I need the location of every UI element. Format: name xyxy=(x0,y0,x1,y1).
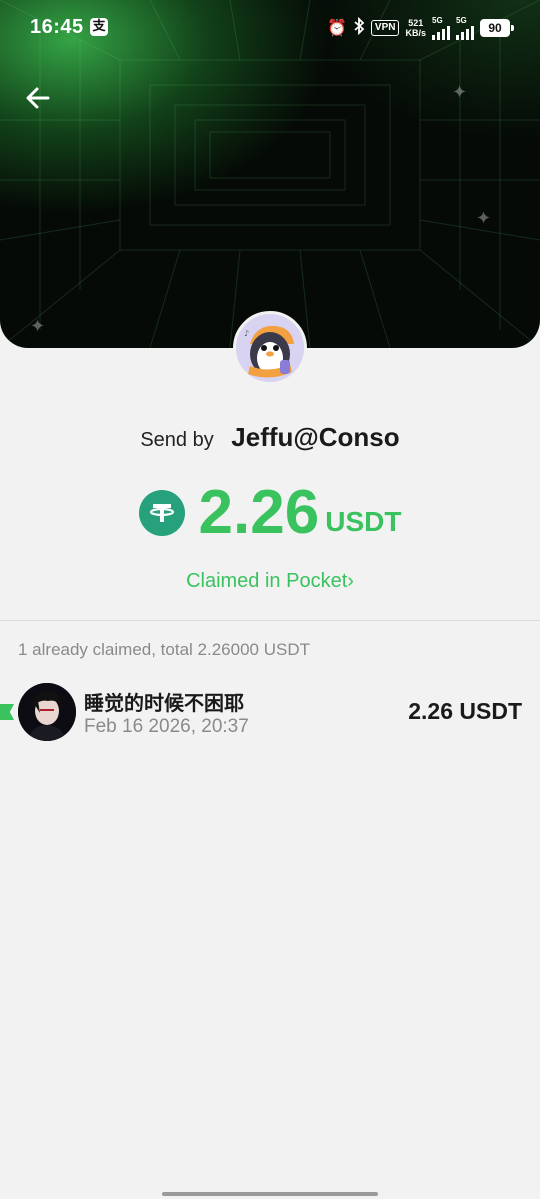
send-by-label: Send by xyxy=(140,429,214,451)
claim-amount: 2.26 USDT xyxy=(408,698,522,724)
claim-summary: 1 already claimed, total 2.26000 USDT xyxy=(18,640,310,659)
hero-banner: ✦ ✦ ✦ 16:45 支 ⏰ VPN 521 KB/s 5G 5G 90 xyxy=(0,0,540,348)
amount-display: 2.26 USDT xyxy=(0,478,540,548)
divider xyxy=(0,620,540,621)
svg-text:♪: ♪ xyxy=(244,329,249,338)
signal-sim2-icon: 5G xyxy=(456,15,474,40)
best-luck-flag-icon xyxy=(0,704,14,720)
sparkle-icon: ✦ xyxy=(30,316,46,337)
back-button[interactable] xyxy=(20,80,56,116)
sparkle-icon: ✦ xyxy=(452,82,468,103)
amount-value: 2.26 xyxy=(198,478,320,547)
arrow-left-icon xyxy=(26,87,50,109)
sender-line: Send by Jeffu@Conso xyxy=(0,422,540,453)
user-portrait-icon xyxy=(18,683,76,741)
chevron-right-icon: › xyxy=(347,570,354,592)
claim-list-item[interactable]: 睡觉的时候不困耶 Feb 16 2026, 20:37 2.26 USDT xyxy=(0,680,540,744)
home-indicator[interactable] xyxy=(162,1192,378,1196)
claim-time: Feb 16 2026, 20:37 xyxy=(84,716,249,737)
sender-avatar: ♪ xyxy=(233,311,307,385)
sim1-label: 5G xyxy=(432,15,443,25)
claimer-avatar xyxy=(18,683,76,741)
sender-name: Jeffu@Conso xyxy=(231,422,400,452)
sim2-label: 5G xyxy=(456,15,467,25)
status-icons: ⏰ VPN 521 KB/s 5G 5G 90 xyxy=(327,15,514,40)
alipay-notification-icon: 支 xyxy=(90,18,108,36)
status-time: 16:45 xyxy=(30,16,84,38)
vpn-badge: VPN xyxy=(370,20,400,36)
claimed-in-pocket-link[interactable]: Claimed in Pocket› xyxy=(0,570,540,593)
penguin-avatar-icon: ♪ xyxy=(236,314,304,382)
battery-icon: 90 xyxy=(480,19,514,37)
claimed-in-pocket-label: Claimed in Pocket xyxy=(186,570,348,592)
signal-sim1-icon: 5G xyxy=(432,15,450,40)
tether-icon xyxy=(138,490,185,536)
bluetooth-icon xyxy=(353,16,365,40)
sparkle-icon: ✦ xyxy=(476,208,492,229)
status-bar: 16:45 支 ⏰ VPN 521 KB/s 5G 5G 90 xyxy=(0,0,540,58)
network-speed: 521 KB/s xyxy=(405,18,426,38)
network-speed-value: 521 xyxy=(408,18,424,28)
claimer-name: 睡觉的时候不困耶 xyxy=(84,691,244,715)
amount-unit: USDT xyxy=(325,506,402,537)
alarm-icon: ⏰ xyxy=(327,18,347,37)
network-speed-unit: KB/s xyxy=(405,28,426,38)
